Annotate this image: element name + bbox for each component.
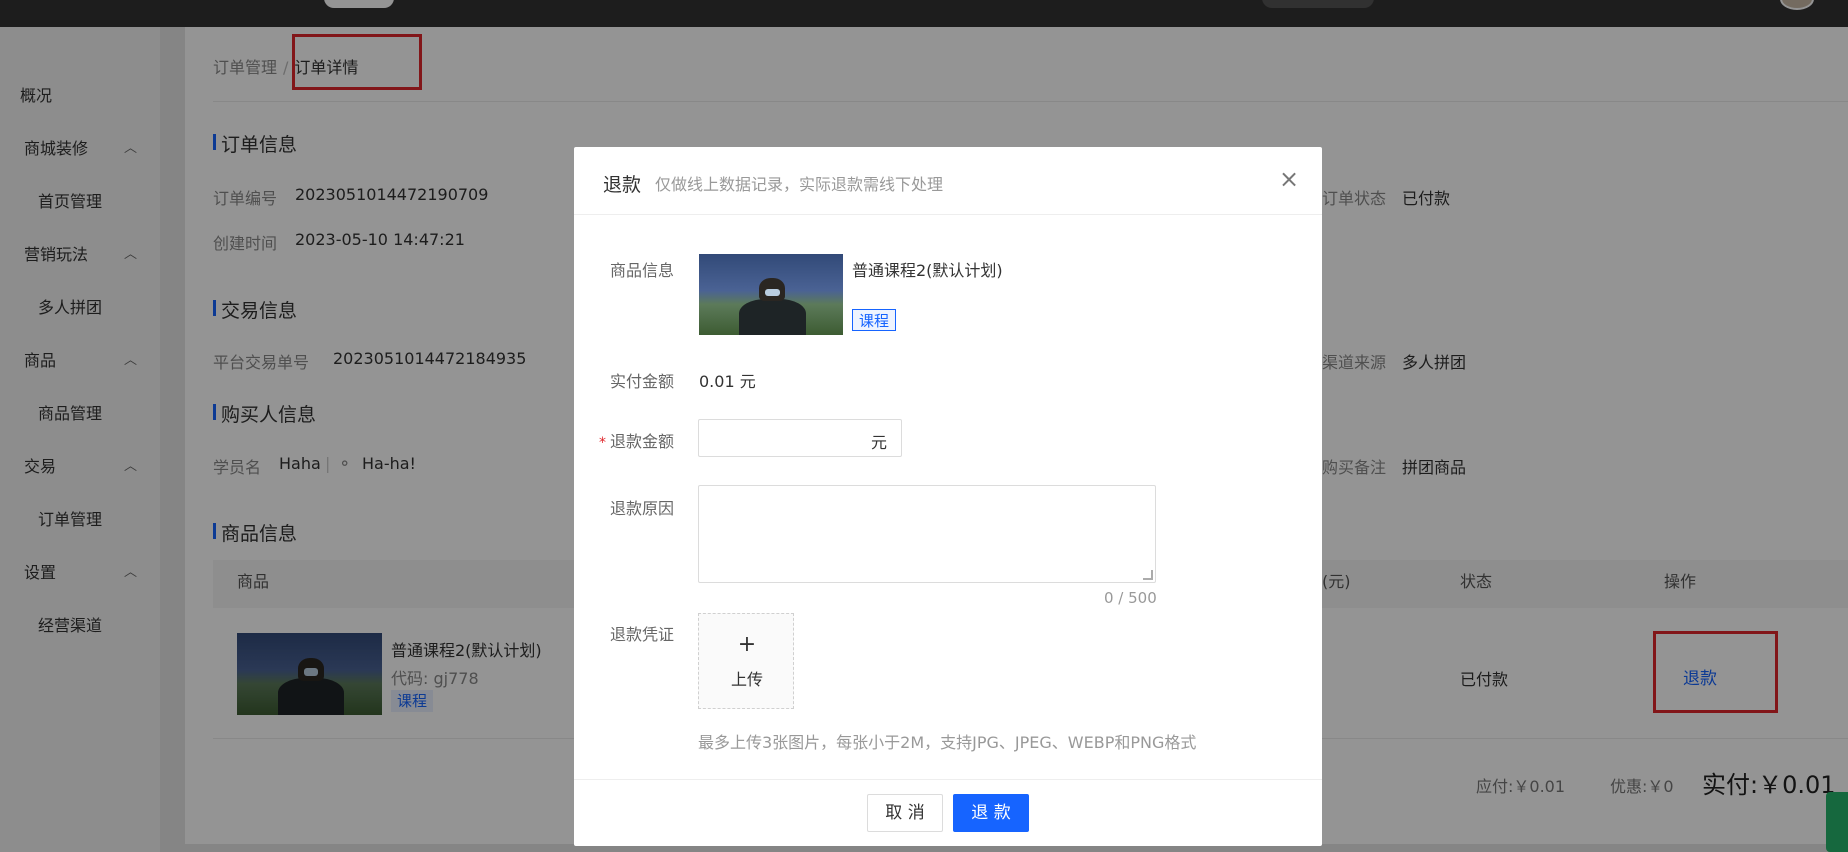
refund-amount-field[interactable]: 元 [698,419,902,457]
refund-amount-unit: 元 [871,433,888,452]
refund-modal: 退款 仅做线上数据记录，实际退款需线下处理 × 商品信息 普通课程2(默认计划)… [574,147,1322,846]
upload-hint: 最多上传3张图片，每张小于2M，支持JPG、JPEG、WEBP和PNG格式 [698,733,1197,752]
resize-handle-icon[interactable] [1143,570,1153,580]
close-icon[interactable]: × [1277,164,1301,194]
upload-button[interactable]: + 上传 [698,613,794,709]
cancel-button[interactable]: 取 消 [867,794,943,832]
confirm-refund-button[interactable]: 退 款 [953,794,1029,832]
refund-reason-label: 退款原因 [609,499,674,518]
refund-reason-textarea[interactable] [699,486,1155,582]
refund-amount-input[interactable] [707,424,857,452]
refund-reason-field[interactable] [698,485,1156,583]
plus-icon: + [737,632,757,657]
modal-goods-tag: 课程 [852,309,897,331]
paid-amount-value: 0.01 元 [699,372,756,391]
refund-amount-label: * 退款金额 [598,432,674,451]
modal-footer [574,779,1322,846]
modal-subtitle: 仅做线上数据记录，实际退款需线下处理 [655,175,944,194]
modal-goods-name: 普通课程2(默认计划) [852,261,1003,280]
modal-title: 退款 [603,174,642,196]
paid-amount-label: 实付金额 [609,372,674,391]
goods-info-label: 商品信息 [609,261,674,280]
reason-char-counter: 0 / 500 [1104,589,1157,607]
modal-header: 退款 仅做线上数据记录，实际退款需线下处理 × [574,147,1322,215]
required-mark: * [598,435,606,451]
upload-label: 上传 [730,670,763,689]
modal-goods-thumbnail [699,254,843,335]
refund-proof-label: 退款凭证 [609,625,674,644]
